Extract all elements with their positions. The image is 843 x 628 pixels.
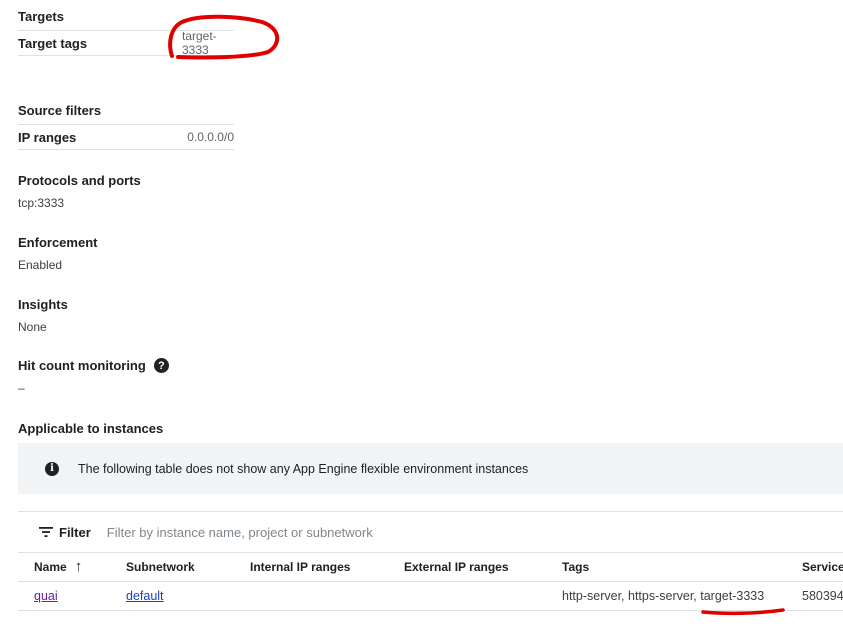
column-header-tags[interactable]: Tags [562,552,589,581]
info-circle-icon: i [45,461,59,476]
filter-input[interactable] [104,523,509,541]
service-cell: 580394 [802,588,843,603]
target-tags-row: Target tags target-3333 [18,29,234,57]
column-header-internal-ip[interactable]: Internal IP ranges [250,552,350,581]
instance-name-link[interactable]: quai [34,589,58,603]
filter-list-icon[interactable] [39,526,53,538]
target-tags-label: Target tags [18,35,88,51]
column-header-subnetwork[interactable]: Subnetwork [126,552,195,581]
target-tags-value: target-3333 [182,29,217,57]
insights-heading: Insights [18,297,68,312]
applicable-heading: Applicable to instances [18,421,164,436]
protocols-value: tcp:3333 [18,196,65,210]
hit-count-heading: Hit count monitoring [18,358,146,373]
column-header-external-ip[interactable]: External IP ranges [404,552,509,581]
insights-value: None [18,320,47,334]
source-filters-heading: Source filters [18,103,102,118]
targets-heading: Targets [18,9,64,24]
info-banner: i The following table does not show any … [18,443,843,494]
filter-bar: Filter [18,511,843,553]
enforcement-value: Enabled [18,258,63,272]
subnetwork-link[interactable]: default [126,589,164,603]
ip-ranges-value: 0.0.0.0/0 [187,130,234,144]
hit-count-header: Hit count monitoring ? [18,358,169,373]
column-header-service[interactable]: Service [802,552,843,581]
instances-table-header: Name ↑ Subnetwork Internal IP ranges Ext… [18,552,843,582]
filter-label[interactable]: Filter [59,525,91,540]
ip-ranges-row: IP ranges 0.0.0.0/0 [18,124,234,150]
tags-cell: http-server, https-server, target-3333 [562,588,765,603]
arrow-up-icon[interactable]: ↑ [75,558,83,575]
help-circle-icon[interactable]: ? [153,358,169,373]
column-header-name[interactable]: Name ↑ [34,552,82,581]
protocols-heading: Protocols and ports [18,173,141,188]
info-banner-text: The following table does not show any Ap… [78,461,529,476]
column-header-name-label: Name [34,559,67,574]
table-row: quai default http-server, https-server, … [18,581,843,611]
ip-ranges-label: IP ranges [18,129,77,145]
hit-count-value: – [18,381,25,395]
enforcement-heading: Enforcement [18,235,98,250]
